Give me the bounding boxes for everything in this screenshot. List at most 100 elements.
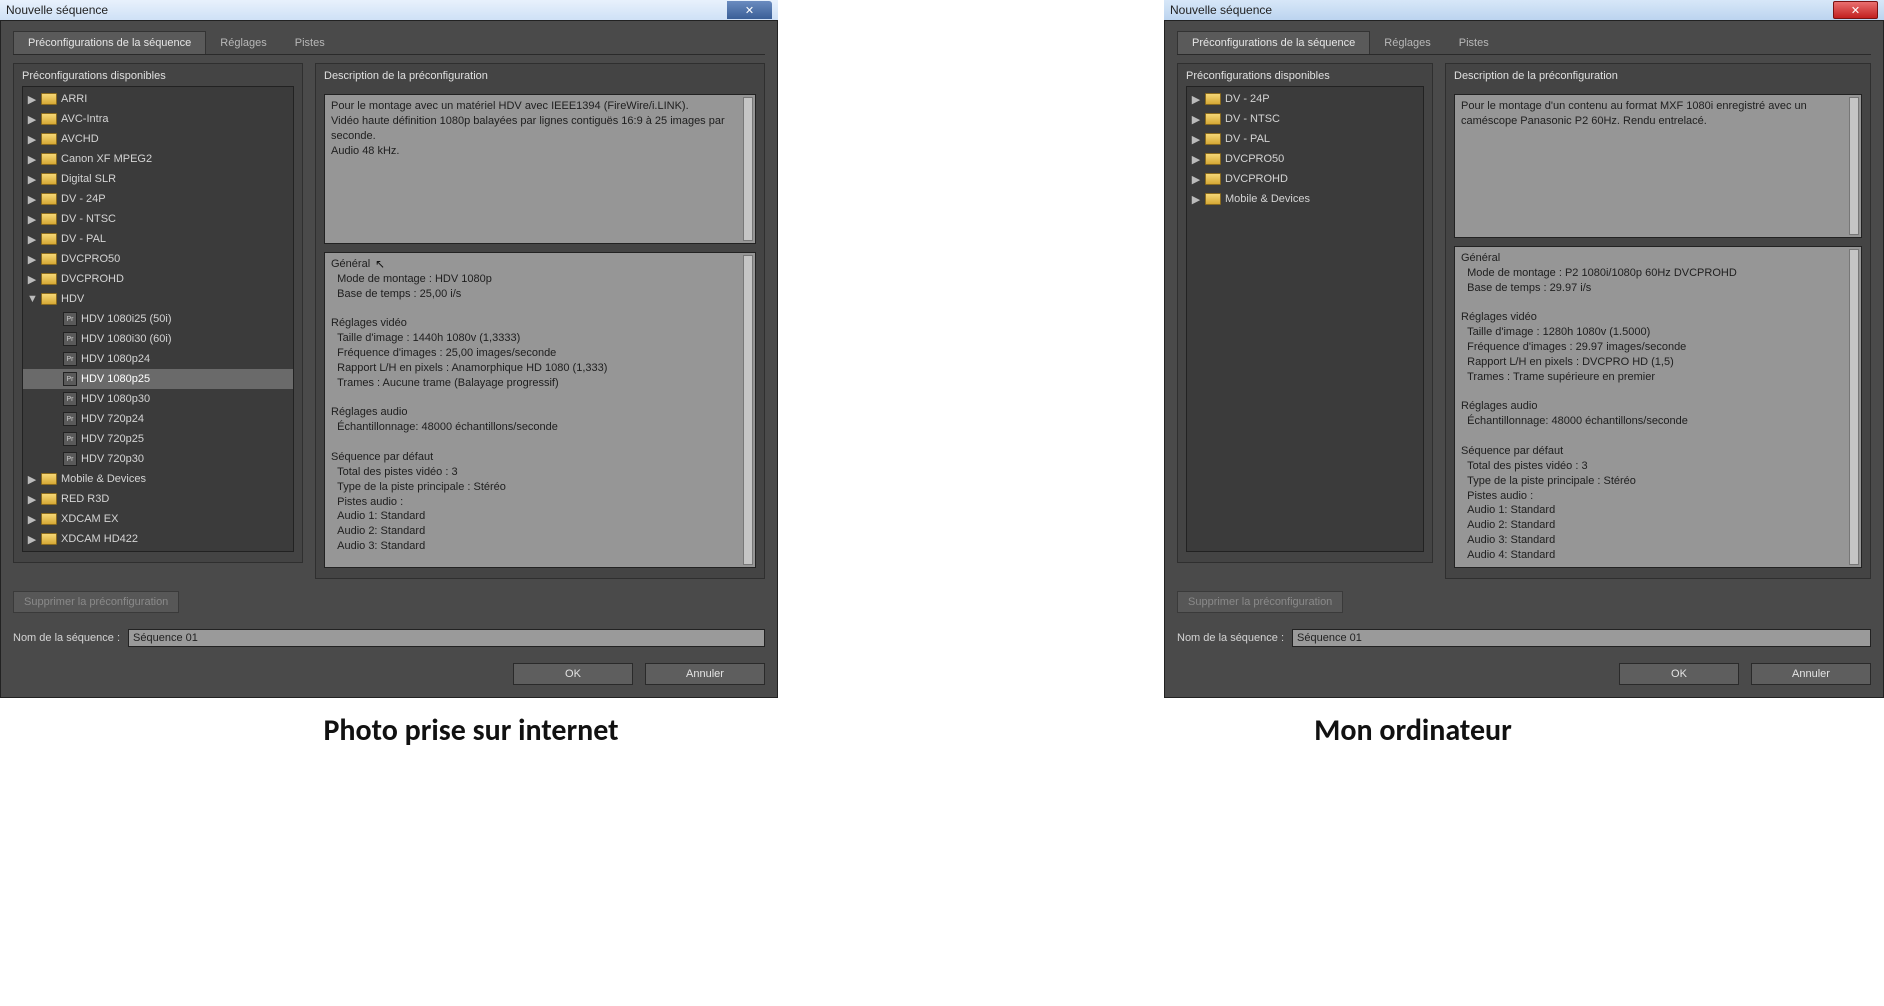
sequence-name-input[interactable] xyxy=(1292,629,1871,647)
tree-folder[interactable]: ▶Canon XF MPEG2 xyxy=(23,149,293,169)
tree-preset-label: HDV 1080p30 xyxy=(81,393,150,405)
close-button[interactable]: ✕ xyxy=(1833,1,1878,19)
chevron-right-icon[interactable]: ▶ xyxy=(27,193,37,206)
folder-icon xyxy=(41,213,57,225)
tab-presets[interactable]: Préconfigurations de la séquence xyxy=(13,31,206,54)
chevron-right-icon[interactable]: ▶ xyxy=(27,533,37,546)
tree-preset[interactable]: PrHDV 720p25 xyxy=(23,429,293,449)
tab-presets[interactable]: Préconfigurations de la séquence xyxy=(1177,31,1370,54)
tree-folder[interactable]: ▶DVCPROHD xyxy=(23,269,293,289)
presets-title: Préconfigurations disponibles xyxy=(22,70,294,82)
captions: Photo prise sur internet Mon ordinateur xyxy=(0,698,1884,763)
tree-folder[interactable]: ▶XDCAM EX xyxy=(23,509,293,529)
tree-folder[interactable]: ▶ARRI xyxy=(23,89,293,109)
folder-icon xyxy=(1205,133,1221,145)
chevron-right-icon[interactable]: ▶ xyxy=(27,133,37,146)
tree-folder[interactable]: ▶XDCAM HD422 xyxy=(23,529,293,549)
chevron-right-icon[interactable]: ▶ xyxy=(27,173,37,186)
chevron-right-icon[interactable]: ▶ xyxy=(1191,193,1201,206)
tab-tracks[interactable]: Pistes xyxy=(1445,31,1503,54)
tree-folder[interactable]: ▶DV - 24P xyxy=(23,189,293,209)
tree-folder[interactable]: ▶Mobile & Devices xyxy=(23,469,293,489)
chevron-right-icon[interactable]: ▶ xyxy=(27,93,37,106)
folder-icon xyxy=(41,93,57,105)
tree-folder[interactable]: ▶DV - NTSC xyxy=(23,209,293,229)
columns: Préconfigurations disponibles ▶DV - 24P▶… xyxy=(1177,63,1871,579)
preset-tree[interactable]: ▶ARRI▶AVC-Intra▶AVCHD▶Canon XF MPEG2▶Dig… xyxy=(22,86,294,552)
tree-folder[interactable]: ▼HDV xyxy=(23,289,293,309)
preset-icon: Pr xyxy=(63,332,77,346)
description-text[interactable]: Pour le montage avec un matériel HDV ave… xyxy=(324,94,756,244)
scrollbar[interactable] xyxy=(743,97,753,241)
tabs: Préconfigurations de la séquence Réglage… xyxy=(13,31,765,55)
chevron-right-icon[interactable]: ▶ xyxy=(1191,93,1201,106)
chevron-right-icon[interactable]: ▶ xyxy=(27,513,37,526)
scrollbar[interactable] xyxy=(743,255,753,565)
preset-tree[interactable]: ▶DV - 24P▶DV - NTSC▶DV - PAL▶DVCPRO50▶DV… xyxy=(1186,86,1424,552)
tab-settings[interactable]: Réglages xyxy=(1370,31,1444,54)
sequence-name-input[interactable] xyxy=(128,629,765,647)
tree-preset[interactable]: PrHDV 720p30 xyxy=(23,449,293,469)
tree-folder[interactable]: ▶DV - NTSC xyxy=(1187,109,1423,129)
tree-folder[interactable]: ▶DV - PAL xyxy=(23,229,293,249)
titlebar[interactable]: Nouvelle séquence ✕ xyxy=(1164,0,1884,20)
cancel-label: Annuler xyxy=(686,668,724,680)
general-text[interactable]: Général Mode de montage : HDV 1080p Base… xyxy=(324,252,756,568)
chevron-right-icon[interactable]: ▶ xyxy=(1191,113,1201,126)
tree-folder[interactable]: ▶DV - 24P xyxy=(1187,89,1423,109)
tree-folder-label: RED R3D xyxy=(61,493,109,505)
description-text[interactable]: Pour le montage d'un contenu au format M… xyxy=(1454,94,1862,238)
close-button[interactable]: ✕ xyxy=(727,1,772,19)
chevron-right-icon[interactable]: ▶ xyxy=(27,153,37,166)
sequence-name-row: Nom de la séquence : xyxy=(13,625,765,651)
tree-preset[interactable]: PrHDV 720p24 xyxy=(23,409,293,429)
tab-presets-label: Préconfigurations de la séquence xyxy=(1192,37,1355,49)
tree-folder[interactable]: ▶Mobile & Devices xyxy=(1187,189,1423,209)
tab-tracks-label: Pistes xyxy=(1459,37,1489,49)
ok-label: OK xyxy=(1671,668,1687,680)
caption-right: Mon ordinateur xyxy=(942,712,1884,749)
ok-button[interactable]: OK xyxy=(1619,663,1739,685)
tree-folder[interactable]: ▶XDCAM HD xyxy=(23,549,293,552)
chevron-right-icon[interactable]: ▶ xyxy=(27,113,37,126)
delete-preset-button[interactable]: Supprimer la préconfiguration xyxy=(1177,591,1343,613)
tree-preset[interactable]: PrHDV 1080i30 (60i) xyxy=(23,329,293,349)
cancel-button[interactable]: Annuler xyxy=(1751,663,1871,685)
chevron-right-icon[interactable]: ▶ xyxy=(27,213,37,226)
tree-preset[interactable]: PrHDV 1080p24 xyxy=(23,349,293,369)
delete-preset-button[interactable]: Supprimer la préconfiguration xyxy=(13,591,179,613)
chevron-right-icon[interactable]: ▶ xyxy=(27,473,37,486)
tree-folder[interactable]: ▶DV - PAL xyxy=(1187,129,1423,149)
tree-folder[interactable]: ▶DVCPROHD xyxy=(1187,169,1423,189)
tab-settings[interactable]: Réglages xyxy=(206,31,280,54)
chevron-right-icon[interactable]: ▶ xyxy=(1191,173,1201,186)
description-title: Description de la préconfiguration xyxy=(1454,70,1862,82)
tab-tracks-label: Pistes xyxy=(295,37,325,49)
chevron-right-icon[interactable]: ▶ xyxy=(27,493,37,506)
tree-folder[interactable]: ▶Digital SLR xyxy=(23,169,293,189)
chevron-right-icon[interactable]: ▶ xyxy=(1191,153,1201,166)
scrollbar[interactable] xyxy=(1849,97,1859,235)
chevron-down-icon[interactable]: ▼ xyxy=(27,293,37,305)
dialog-body: Préconfigurations de la séquence Réglage… xyxy=(0,20,778,698)
titlebar[interactable]: Nouvelle séquence ✕ xyxy=(0,0,778,20)
tree-folder[interactable]: ▶AVC-Intra xyxy=(23,109,293,129)
chevron-right-icon[interactable]: ▶ xyxy=(27,253,37,266)
tree-folder[interactable]: ▶ RED R3D xyxy=(23,489,293,509)
tree-preset[interactable]: PrHDV 1080p25 xyxy=(23,369,293,389)
tree-folder[interactable]: ▶DVCPRO50 xyxy=(1187,149,1423,169)
scrollbar[interactable] xyxy=(1849,249,1859,565)
tree-preset[interactable]: PrHDV 1080p30 xyxy=(23,389,293,409)
tree-folder[interactable]: ▶DVCPRO50 xyxy=(23,249,293,269)
chevron-right-icon[interactable]: ▶ xyxy=(27,233,37,246)
button-row: OK Annuler xyxy=(13,659,765,685)
general-text[interactable]: Général Mode de montage : P2 1080i/1080p… xyxy=(1454,246,1862,568)
presets-title: Préconfigurations disponibles xyxy=(1186,70,1424,82)
tree-folder[interactable]: ▶AVCHD xyxy=(23,129,293,149)
chevron-right-icon[interactable]: ▶ xyxy=(1191,133,1201,146)
tree-preset[interactable]: PrHDV 1080i25 (50i) xyxy=(23,309,293,329)
chevron-right-icon[interactable]: ▶ xyxy=(27,273,37,286)
cancel-button[interactable]: Annuler xyxy=(645,663,765,685)
tab-tracks[interactable]: Pistes xyxy=(281,31,339,54)
ok-button[interactable]: OK xyxy=(513,663,633,685)
